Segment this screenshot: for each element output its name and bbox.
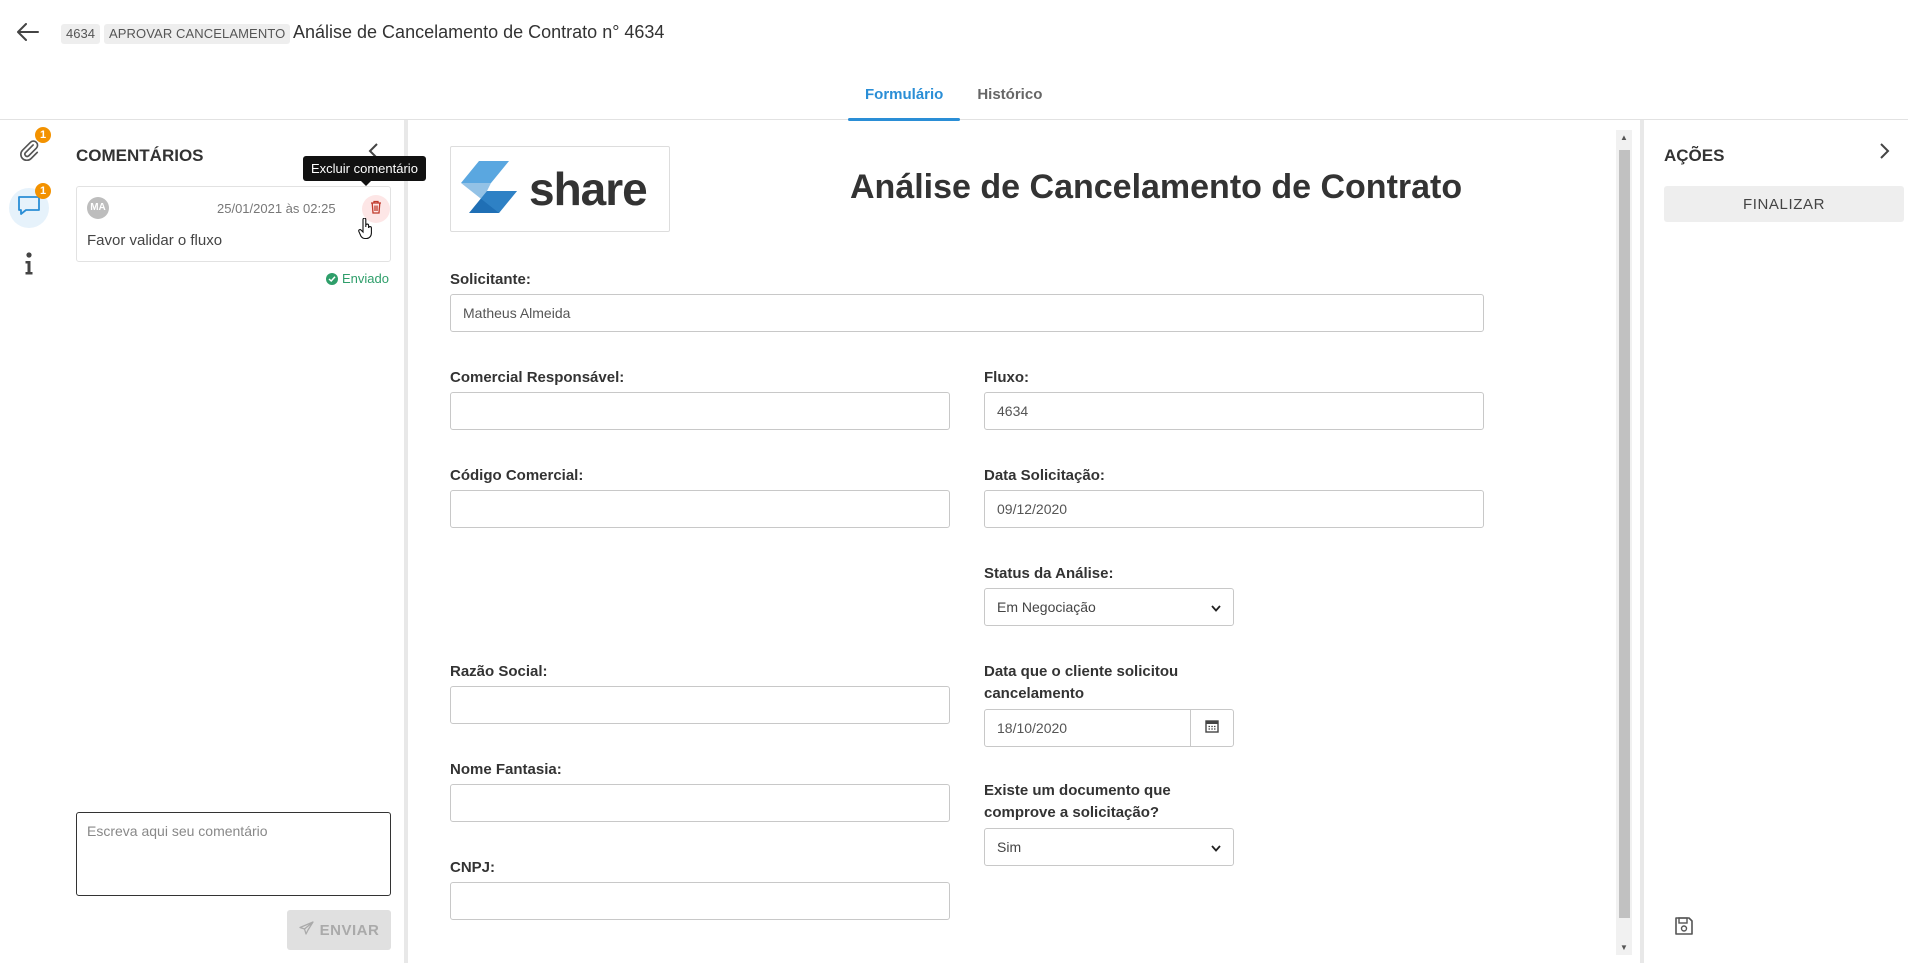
data-cliente-label-2: cancelamento xyxy=(984,685,1085,702)
share-logo: share xyxy=(450,146,670,232)
left-rail: 1 1 xyxy=(0,120,56,963)
scroll-up-icon[interactable]: ▲ xyxy=(1620,133,1628,142)
actions-panel: AÇÕES FINALIZAR xyxy=(1640,120,1908,963)
solicitante-field[interactable] xyxy=(450,294,1484,332)
status-value: Em Negociação xyxy=(997,599,1096,615)
sent-label: Enviado xyxy=(342,271,389,286)
hand-cursor-icon xyxy=(358,217,374,245)
documento-label-2: comprove a solicitação? xyxy=(984,804,1160,821)
cnpj-field[interactable] xyxy=(450,882,950,920)
comment-datetime: 25/01/2021 às 02:25 xyxy=(217,201,336,216)
avatar: MA xyxy=(87,197,109,219)
check-circle-icon xyxy=(326,272,338,285)
comment-icon xyxy=(17,195,41,222)
tab-bar: Formulário Histórico xyxy=(848,80,1059,121)
comments-button[interactable]: 1 xyxy=(9,183,51,228)
delete-tooltip: Excluir comentário xyxy=(303,156,426,186)
comercial-field[interactable] xyxy=(450,392,950,430)
fluxo-label: Fluxo: xyxy=(984,369,1029,386)
stage-chip: APROVAR CANCELAMENTO xyxy=(104,24,291,44)
comments-panel: COMENTÁRIOS MA 25/01/2021 às 02:25 Favor… xyxy=(56,120,426,963)
data-cliente-field[interactable] xyxy=(984,709,1191,747)
chevron-right-icon xyxy=(1878,143,1890,164)
paper-plane-icon xyxy=(299,921,314,939)
solicitante-label: Solicitante: xyxy=(450,271,531,288)
data-solicitacao-label: Data Solicitação: xyxy=(984,467,1105,484)
send-label: ENVIAR xyxy=(319,921,380,939)
attachments-badge: 1 xyxy=(35,127,51,143)
fluxo-field[interactable] xyxy=(984,392,1484,430)
form-scrollbar[interactable]: ▲ ▼ xyxy=(1616,130,1632,955)
info-icon xyxy=(24,251,34,281)
floppy-disk-icon xyxy=(1674,917,1694,940)
status-label: Status da Análise: xyxy=(984,565,1114,582)
save-button[interactable] xyxy=(1674,916,1694,941)
status-select[interactable]: Em Negociação xyxy=(984,588,1234,626)
scroll-down-icon[interactable]: ▼ xyxy=(1620,943,1628,952)
logo-text: share xyxy=(529,163,648,215)
comment-card: MA 25/01/2021 às 02:25 Favor validar o f… xyxy=(76,186,391,262)
comercial-label: Comercial Responsável: xyxy=(450,369,625,386)
finalize-button[interactable]: FINALIZAR xyxy=(1664,186,1904,222)
documento-value: Sim xyxy=(997,839,1022,855)
tab-historico[interactable]: Histórico xyxy=(960,80,1059,120)
scroll-thumb[interactable] xyxy=(1619,150,1630,918)
send-button[interactable]: ENVIAR xyxy=(287,910,391,950)
form-title: Análise de Cancelamento de Contrato xyxy=(850,168,1463,206)
comment-text: Favor validar o fluxo xyxy=(87,232,223,249)
page-title: Análise de Cancelamento de Contrato n° 4… xyxy=(293,22,665,42)
cnpj-label: CNPJ: xyxy=(450,859,496,876)
calendar-icon xyxy=(1205,719,1219,738)
sent-status: Enviado xyxy=(326,271,389,286)
data-cliente-label-1: Data que o cliente solicitou xyxy=(984,663,1179,680)
razao-field[interactable] xyxy=(450,686,950,724)
fantasia-field[interactable] xyxy=(450,784,950,822)
comments-badge: 1 xyxy=(35,183,51,199)
fantasia-label: Nome Fantasia: xyxy=(450,761,562,778)
header: 4634 APROVAR CANCELAMENTO Análise de Can… xyxy=(0,0,1908,121)
actions-title: AÇÕES xyxy=(1664,146,1725,165)
paperclip-icon xyxy=(18,139,40,166)
comment-input[interactable] xyxy=(76,812,391,896)
documento-label-1: Existe um documento que xyxy=(984,782,1171,799)
attachments-button[interactable]: 1 xyxy=(9,127,51,172)
comments-title: COMENTÁRIOS xyxy=(76,146,204,165)
share-logo-icon xyxy=(457,155,521,224)
process-id-chip: 4634 xyxy=(61,24,100,44)
documento-select[interactable]: Sim xyxy=(984,828,1234,866)
collapse-actions-button[interactable] xyxy=(1878,142,1890,165)
data-solicitacao-field[interactable] xyxy=(984,490,1484,528)
back-arrow-icon[interactable] xyxy=(14,18,42,46)
codigo-label: Código Comercial: xyxy=(450,467,584,484)
codigo-field[interactable] xyxy=(450,490,950,528)
razao-label: Razão Social: xyxy=(450,663,548,680)
chevron-down-icon xyxy=(1211,839,1221,855)
chevron-down-icon xyxy=(1211,599,1221,615)
calendar-button[interactable] xyxy=(1190,709,1234,747)
trash-icon xyxy=(370,200,382,219)
form-area: share Análise de Cancelamento de Contrat… xyxy=(412,120,1624,963)
tab-formulario[interactable]: Formulário xyxy=(848,80,961,121)
info-button[interactable] xyxy=(9,246,49,286)
